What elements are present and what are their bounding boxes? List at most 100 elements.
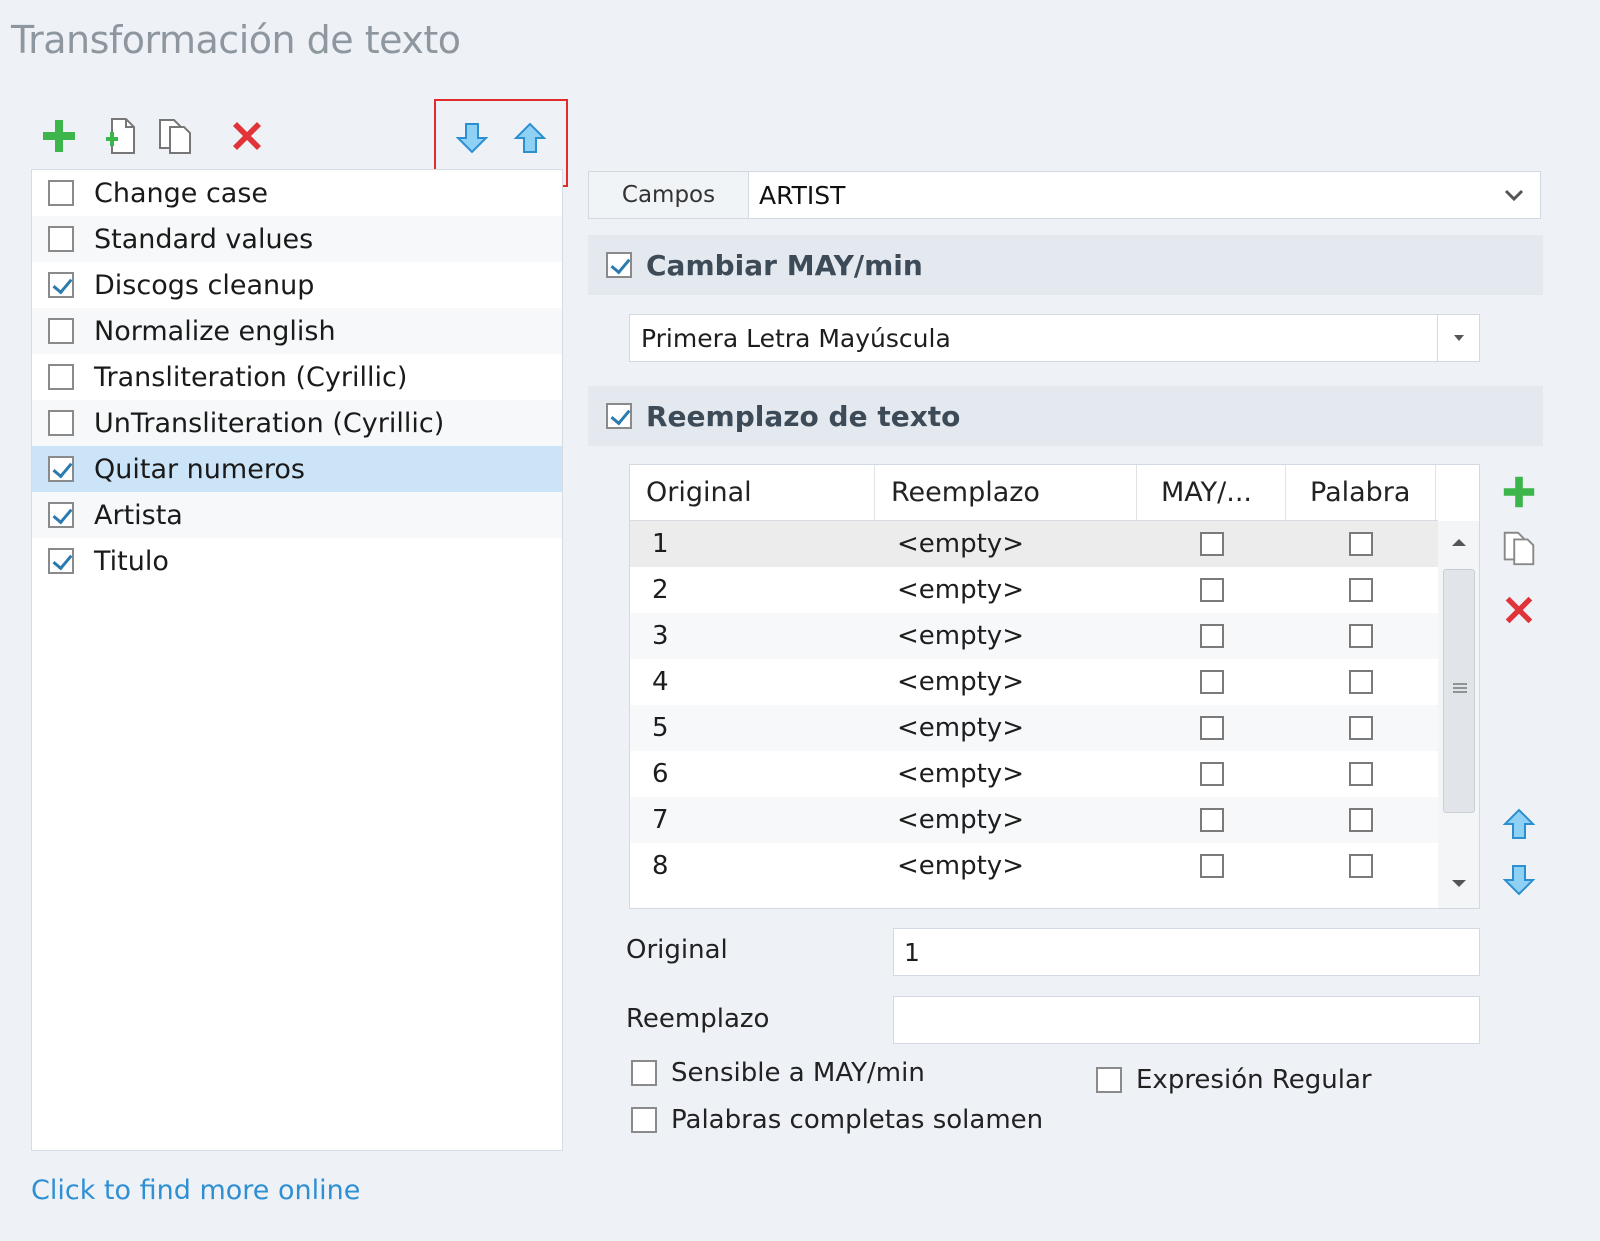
column-header-original[interactable]: Original bbox=[630, 465, 875, 520]
original-input[interactable]: 1 bbox=[893, 928, 1480, 976]
regex-checkbox[interactable] bbox=[1096, 1067, 1122, 1093]
delete-icon bbox=[233, 122, 261, 150]
row-word-checkbox[interactable] bbox=[1349, 854, 1373, 878]
delete-icon bbox=[1505, 596, 1533, 624]
replace-checkbox[interactable] bbox=[606, 403, 632, 429]
row-replacement: <empty> bbox=[897, 529, 1024, 559]
table-row[interactable]: 5 <empty> bbox=[630, 705, 1438, 751]
table-row[interactable]: 6 <empty> bbox=[630, 751, 1438, 797]
replace-table: Original Reemplazo MAY/... Palabra 1 <em… bbox=[629, 464, 1480, 909]
row-original: 1 bbox=[652, 529, 669, 559]
row-word-checkbox[interactable] bbox=[1349, 624, 1373, 648]
row-original: 5 bbox=[652, 713, 669, 743]
preset-checkbox[interactable] bbox=[48, 318, 74, 344]
find-more-online-link[interactable]: Click to find more online bbox=[31, 1175, 360, 1206]
row-replacement: <empty> bbox=[897, 805, 1024, 835]
preset-checkbox[interactable] bbox=[48, 272, 74, 298]
preset-item[interactable]: Transliteration (Cyrillic) bbox=[32, 354, 562, 400]
delete-row-button[interactable] bbox=[1497, 588, 1541, 632]
original-label: Original bbox=[626, 935, 728, 965]
scroll-up-arrow-icon[interactable] bbox=[1451, 537, 1467, 547]
row-word-checkbox[interactable] bbox=[1349, 808, 1373, 832]
table-row[interactable]: 8 <empty> bbox=[630, 843, 1438, 889]
preset-item[interactable]: UnTransliteration (Cyrillic) bbox=[32, 400, 562, 446]
preset-item-selected[interactable]: Quitar numeros bbox=[32, 446, 562, 492]
change-case-checkbox[interactable] bbox=[606, 252, 632, 278]
preset-item[interactable]: Titulo bbox=[32, 538, 562, 584]
plus-icon bbox=[43, 120, 75, 152]
row-word-checkbox[interactable] bbox=[1349, 532, 1373, 556]
table-row[interactable]: 2 <empty> bbox=[630, 567, 1438, 613]
row-case-checkbox[interactable] bbox=[1199, 716, 1224, 740]
row-case-checkbox[interactable] bbox=[1199, 532, 1224, 556]
case-mode-value: Primera Letra Mayúscula bbox=[641, 323, 951, 353]
regex-option[interactable]: Expresión Regular bbox=[1096, 1065, 1372, 1095]
scroll-down-arrow-icon[interactable] bbox=[1451, 879, 1467, 889]
row-word-checkbox[interactable] bbox=[1349, 670, 1373, 694]
preset-item[interactable]: Discogs cleanup bbox=[32, 262, 562, 308]
whole-words-checkbox[interactable] bbox=[631, 1107, 657, 1133]
row-case-checkbox[interactable] bbox=[1199, 854, 1224, 878]
preset-checkbox[interactable] bbox=[48, 456, 74, 482]
scrollbar-thumb[interactable] bbox=[1443, 569, 1475, 813]
row-word-checkbox[interactable] bbox=[1349, 716, 1373, 740]
preset-item[interactable]: Change case bbox=[32, 170, 562, 216]
delete-preset-button[interactable] bbox=[225, 114, 269, 158]
preset-label: UnTransliteration (Cyrillic) bbox=[94, 407, 445, 439]
column-header-replacement[interactable]: Reemplazo bbox=[875, 465, 1137, 520]
row-case-checkbox[interactable] bbox=[1199, 670, 1224, 694]
row-replacement: <empty> bbox=[897, 851, 1024, 881]
table-row[interactable]: 1 <empty> bbox=[630, 521, 1438, 567]
preset-label: Quitar numeros bbox=[94, 453, 305, 485]
case-sensitive-option[interactable]: Sensible a MAY/min bbox=[631, 1058, 925, 1088]
preset-label: Titulo bbox=[94, 545, 169, 577]
case-sensitive-label: Sensible a MAY/min bbox=[671, 1058, 925, 1088]
preset-checkbox[interactable] bbox=[48, 364, 74, 390]
preset-checkbox[interactable] bbox=[48, 180, 74, 206]
chevron-down-icon[interactable] bbox=[1488, 172, 1540, 218]
row-case-checkbox[interactable] bbox=[1199, 578, 1224, 602]
move-row-down-button[interactable] bbox=[1497, 858, 1541, 902]
preset-checkbox[interactable] bbox=[48, 548, 74, 574]
arrow-up-icon bbox=[1502, 808, 1536, 839]
column-header-case[interactable]: MAY/... bbox=[1137, 465, 1286, 520]
preset-item[interactable]: Normalize english bbox=[32, 308, 562, 354]
fields-selector[interactable]: Campos ARTIST bbox=[588, 171, 1541, 219]
add-row-button[interactable] bbox=[1497, 470, 1541, 514]
table-row[interactable]: 3 <empty> bbox=[630, 613, 1438, 659]
move-row-up-button[interactable] bbox=[1497, 802, 1541, 846]
preset-checkbox[interactable] bbox=[48, 502, 74, 528]
preset-list: Change case Standard values Discogs clea… bbox=[31, 169, 563, 1151]
regex-label: Expresión Regular bbox=[1136, 1065, 1372, 1095]
case-mode-select[interactable]: Primera Letra Mayúscula bbox=[629, 314, 1480, 362]
copy-preset-button[interactable] bbox=[153, 114, 197, 158]
case-sensitive-checkbox[interactable] bbox=[631, 1060, 657, 1086]
row-case-checkbox[interactable] bbox=[1199, 624, 1224, 648]
row-replacement: <empty> bbox=[897, 713, 1024, 743]
table-scrollbar[interactable] bbox=[1438, 521, 1479, 908]
preset-checkbox[interactable] bbox=[48, 410, 74, 436]
row-case-checkbox[interactable] bbox=[1199, 762, 1224, 786]
copy-row-button[interactable] bbox=[1497, 526, 1541, 570]
preset-checkbox[interactable] bbox=[48, 226, 74, 252]
move-up-button[interactable] bbox=[508, 116, 552, 160]
table-row[interactable]: 4 <empty> bbox=[630, 659, 1438, 705]
whole-words-option[interactable]: Palabras completas solamen bbox=[631, 1105, 1043, 1135]
table-row[interactable]: 7 <empty> bbox=[630, 797, 1438, 843]
preset-item[interactable]: Artista bbox=[32, 492, 562, 538]
new-document-icon bbox=[106, 118, 135, 154]
add-preset-button[interactable] bbox=[37, 114, 81, 158]
replace-section: Reemplazo de texto bbox=[588, 386, 1543, 446]
replacement-input[interactable] bbox=[893, 996, 1480, 1044]
row-case-checkbox[interactable] bbox=[1199, 808, 1224, 832]
dropdown-arrow-icon[interactable] bbox=[1437, 315, 1479, 361]
column-header-word[interactable]: Palabra bbox=[1286, 465, 1436, 520]
row-word-checkbox[interactable] bbox=[1349, 578, 1373, 602]
move-down-button[interactable] bbox=[450, 116, 494, 160]
new-preset-button[interactable] bbox=[97, 114, 141, 158]
preset-label: Transliteration (Cyrillic) bbox=[94, 361, 408, 393]
row-word-checkbox[interactable] bbox=[1349, 762, 1373, 786]
fields-value: ARTIST bbox=[759, 180, 846, 210]
preset-item[interactable]: Standard values bbox=[32, 216, 562, 262]
preset-label: Artista bbox=[94, 499, 183, 531]
